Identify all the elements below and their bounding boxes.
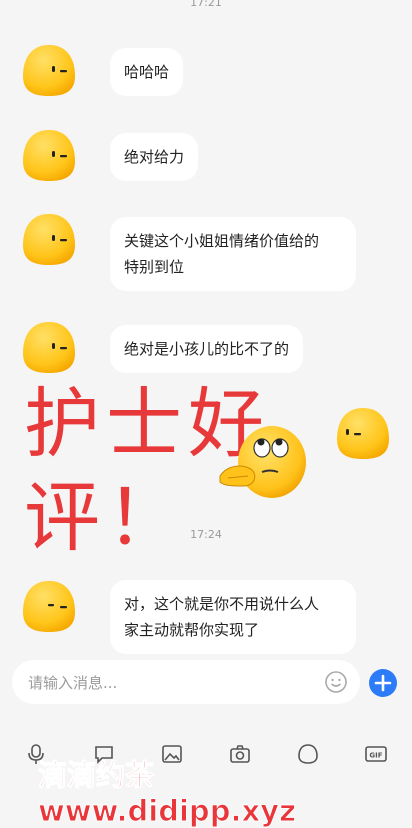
- message-bubble[interactable]: 哈哈哈: [110, 48, 184, 96]
- message-input-placeholder: 请输入消息...: [28, 674, 118, 692]
- eye-roll-sticker: [219, 426, 306, 498]
- avatar[interactable]: [20, 319, 78, 375]
- watermark-text: 滴滴约茶 www.didipp.xyz: [38, 758, 297, 828]
- avatar[interactable]: [20, 127, 78, 183]
- message-bubble[interactable]: 绝对给力: [110, 133, 199, 181]
- plus-icon[interactable]: [368, 668, 398, 698]
- message-input[interactable]: 请输入消息...: [12, 660, 360, 704]
- avatar[interactable]: [20, 42, 78, 98]
- message-bubble[interactable]: 对，这个就是你不用说什么人 家主动就帮你实现了: [110, 580, 356, 654]
- avatar[interactable]: [20, 211, 78, 267]
- timestamp-top: 17:21: [190, 0, 222, 9]
- message-bubble[interactable]: 绝对是小孩儿的比不了的: [110, 325, 304, 373]
- avatar[interactable]: [20, 578, 78, 634]
- message-bubble[interactable]: 关键这个小姐姐情绪价值给的 特别到位: [110, 217, 356, 291]
- avatar[interactable]: [334, 405, 392, 461]
- overlay-text-line2: 评！: [24, 473, 188, 562]
- timestamp-mid: 17:24: [190, 528, 222, 541]
- emoji-icon[interactable]: [324, 670, 348, 694]
